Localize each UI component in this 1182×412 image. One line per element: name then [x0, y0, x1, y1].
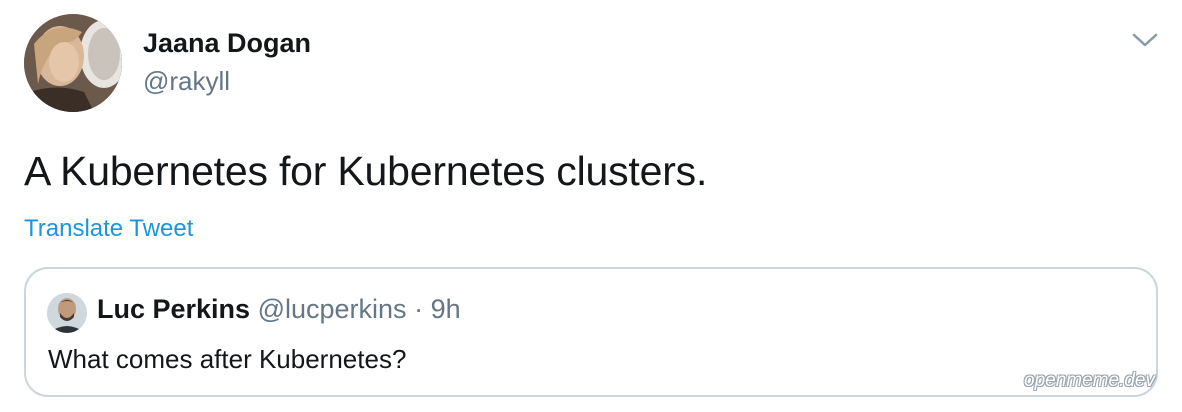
quoted-tweet-text: What comes after Kubernetes?	[48, 344, 407, 374]
author-name[interactable]: Jaana Dogan	[143, 28, 311, 59]
quoted-author-avatar[interactable]	[47, 293, 87, 333]
quoted-author-name[interactable]: Luc Perkins	[97, 294, 250, 324]
quoted-author-handle[interactable]: @lucperkins	[258, 294, 407, 324]
quoted-tweet[interactable]: Luc Perkins @lucperkins · 9h What comes …	[24, 267, 1158, 397]
quoted-tweet-header: Luc Perkins @lucperkins · 9h	[97, 294, 461, 325]
watermark: openmeme.dev	[1024, 370, 1155, 391]
author-handle[interactable]: @rakyll	[143, 66, 230, 97]
tweet-card: Jaana Dogan @rakyll A Kubernetes for Kub…	[0, 0, 1182, 412]
translate-tweet-link[interactable]: Translate Tweet	[24, 215, 193, 243]
separator-dot: ·	[414, 294, 424, 324]
author-avatar[interactable]	[24, 14, 122, 112]
quoted-tweet-time[interactable]: 9h	[431, 294, 461, 324]
chevron-down-icon[interactable]	[1130, 30, 1160, 50]
tweet-text: A Kubernetes for Kubernetes clusters.	[24, 148, 708, 194]
